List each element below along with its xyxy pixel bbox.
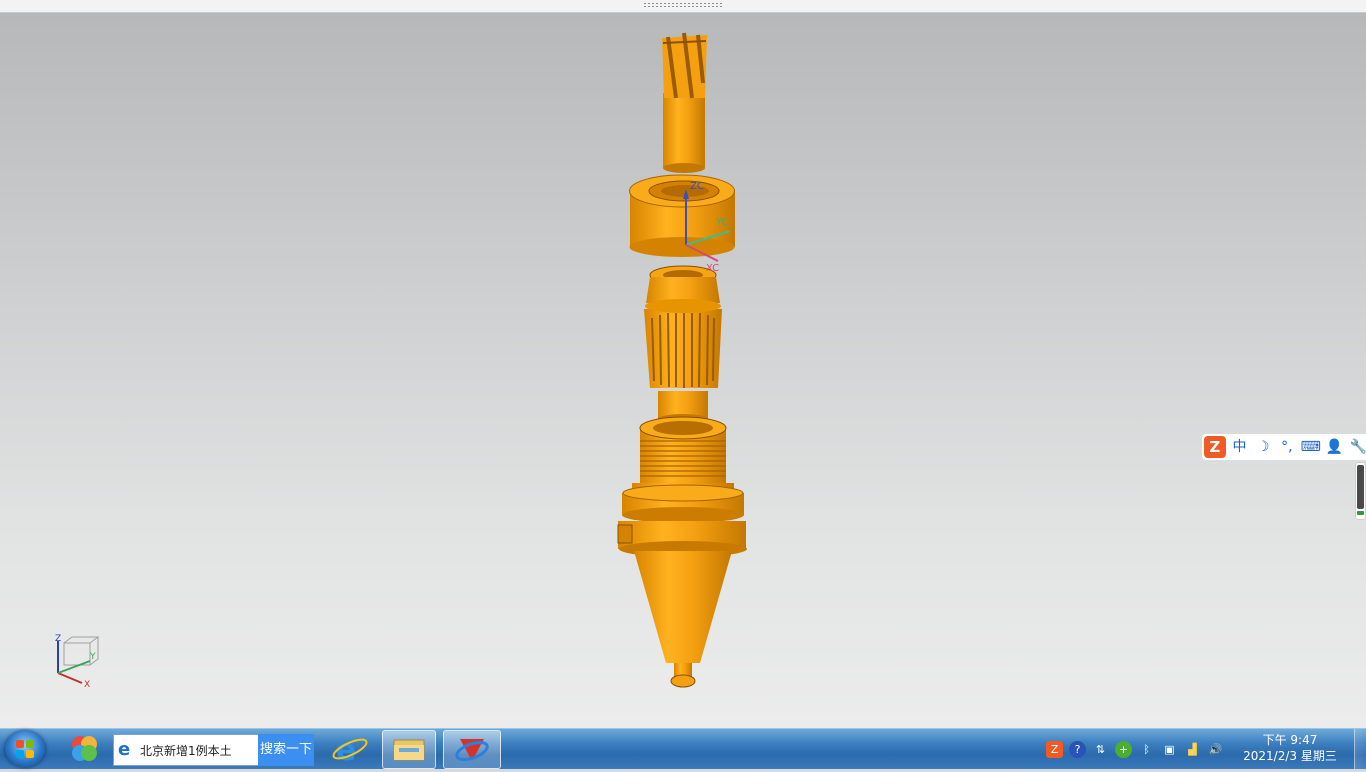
xc-axis-label: XC <box>706 263 719 274</box>
sogou-ime-logo-icon[interactable]: Z <box>1204 436 1226 458</box>
yc-axis-label: YC <box>715 217 729 228</box>
help-icon[interactable]: ? <box>1069 740 1086 758</box>
side-scrollbar[interactable] <box>1355 462 1366 520</box>
taskbar-explorer-button[interactable] <box>382 730 436 769</box>
pinwheel-app-icon <box>72 736 97 761</box>
search-query-text: 北京新增1例本土 <box>140 743 232 758</box>
clamp-nut[interactable] <box>629 174 736 257</box>
ime-toolbar[interactable]: Z 中 ☽ °, ⌨ 👤 🔧 <box>1202 434 1366 460</box>
tool-holder-assembly-model[interactable]: ZC YC XC <box>0 13 1366 728</box>
3d-graphics-window[interactable]: ZC YC XC Z Y X <box>0 13 1366 728</box>
user-icon[interactable]: 👤 <box>1325 437 1345 457</box>
tool-holder-body[interactable] <box>617 416 747 688</box>
taskbar-nx-button[interactable] <box>443 730 501 769</box>
sogou-tray-icon[interactable]: Z <box>1046 740 1063 758</box>
wrench-settings-icon[interactable]: 🔧 <box>1348 437 1366 457</box>
clock-date: 2021/2/3 星期三 <box>1243 749 1337 763</box>
start-button[interactable] <box>5 731 45 767</box>
ie-small-icon: e <box>118 739 131 760</box>
windows-logo-icon <box>16 740 34 758</box>
triad-z-label: Z <box>55 634 61 644</box>
scrollbar-indicator <box>1357 511 1364 515</box>
system-tray: Z ? ⇅ + ᛒ ▣ ▟ 🔊 <box>1046 735 1224 763</box>
folder-icon <box>393 739 425 761</box>
scrollbar-thumb[interactable] <box>1357 465 1364 509</box>
network-small-icon[interactable]: ⇅ <box>1092 741 1109 758</box>
triad-y-label: Y <box>89 652 96 662</box>
punctuation-icon[interactable]: °, <box>1277 437 1297 457</box>
taskbar-clock[interactable]: 下午 9:47 2021/2/3 星期三 <box>1234 732 1346 766</box>
spring-collet[interactable] <box>644 265 722 424</box>
taskbar-search-box[interactable]: e 北京新增1例本土 <box>113 734 260 766</box>
security-plus-icon[interactable]: + <box>1115 740 1132 758</box>
end-mill-cutter[interactable] <box>662 32 707 173</box>
network-status-icon[interactable]: ▟ <box>1184 741 1201 758</box>
bluetooth-icon[interactable]: ᛒ <box>1138 741 1155 758</box>
half-width-moon-icon[interactable]: ☽ <box>1253 437 1273 457</box>
resize-grip-handle[interactable] <box>643 2 723 8</box>
show-desktop-button[interactable] <box>1354 729 1366 769</box>
top-toolbar-strip <box>0 0 1366 13</box>
triad-x-label: X <box>84 680 90 689</box>
view-triad: Z Y X <box>55 634 100 689</box>
photo-app-button[interactable] <box>62 730 106 767</box>
ie-icon: e <box>332 733 368 768</box>
taskbar-ie-button[interactable]: e <box>326 730 374 768</box>
volume-icon[interactable]: 🔊 <box>1207 741 1224 758</box>
search-button[interactable]: 搜索一下 <box>258 734 314 766</box>
zc-axis-label: ZC <box>690 181 704 192</box>
clock-time: 下午 9:47 <box>1262 733 1318 747</box>
soft-keyboard-icon[interactable]: ⌨ <box>1301 437 1321 457</box>
clipboard-icon[interactable]: ▣ <box>1161 741 1178 758</box>
ime-chinese-mode-button[interactable]: 中 <box>1230 437 1250 457</box>
nx-app-icon <box>455 739 489 762</box>
windows-taskbar: e 北京新增1例本土 搜索一下 e Z ? ⇅ + ᛒ ▣ ▟ 🔊 下午 9:4… <box>0 728 1366 769</box>
svg-text:e: e <box>336 733 356 767</box>
